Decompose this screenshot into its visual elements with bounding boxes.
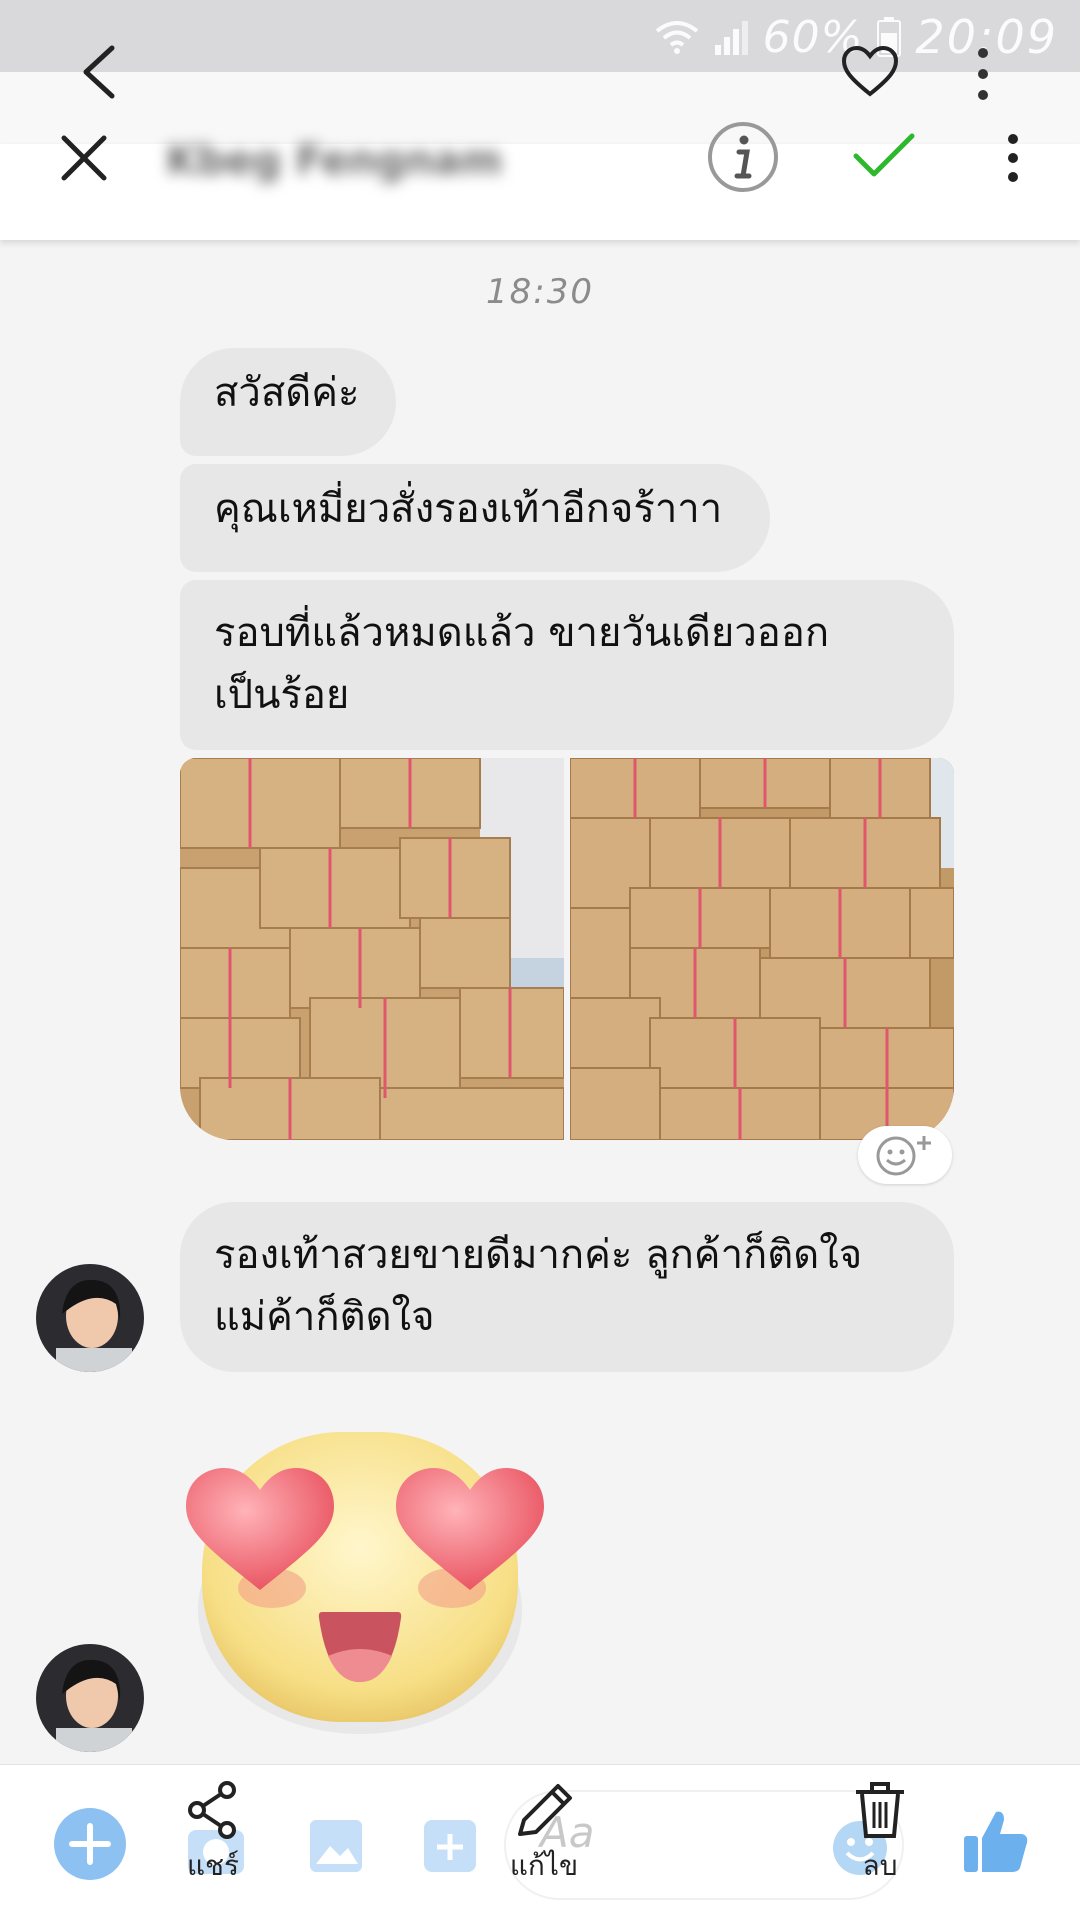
add-reaction-button[interactable] [858, 1126, 952, 1184]
back-arrow-icon[interactable] [76, 44, 124, 100]
trash-icon [856, 1782, 904, 1838]
message-text: รองเท้าสวยขายดีมากค่ะ ลูกค้าก็ติดใจ [214, 1232, 863, 1278]
share-button[interactable]: แชร์ [168, 1780, 258, 1888]
status-bar: 60% 20:09 [0, 0, 1080, 72]
message-text: แม่ค้าก็ติดใจ [214, 1294, 435, 1340]
message-text: เป็นร้อย [214, 672, 350, 718]
contact-name[interactable]: Kbeg Fengnam [166, 138, 502, 184]
gallery-icon[interactable] [308, 1818, 364, 1874]
check-icon[interactable] [852, 130, 916, 180]
more-actions-button[interactable] [54, 1808, 126, 1880]
heart-outline-icon[interactable] [840, 44, 900, 100]
message-bubble[interactable]: สวัสดีค่ะ [180, 348, 396, 456]
message-text: คุณเหมี่ยวสั่งรองเท้าอีกจร้าาา [214, 486, 723, 532]
boxes-photo [180, 758, 564, 1140]
signal-icon [714, 21, 748, 55]
info-icon[interactable] [706, 120, 780, 194]
message-text: รอบที่แล้วหมดแล้ว ขายวันเดียวออก [214, 610, 830, 656]
avatar[interactable] [36, 1264, 144, 1372]
header-more-icon[interactable] [998, 132, 1028, 184]
boxes-photo [570, 758, 954, 1140]
message-bubble[interactable]: รอบที่แล้วหมดแล้ว ขายวันเดียวออก เป็นร้อ… [180, 580, 954, 750]
wifi-icon [655, 21, 698, 54]
photo-attachment[interactable] [570, 758, 954, 1140]
message-bubble[interactable]: รองเท้าสวยขายดีมากค่ะ ลูกค้าก็ติดใจ แม่ค… [180, 1202, 954, 1372]
delete-label: ลบ [862, 1849, 898, 1882]
plus-icon [69, 1823, 111, 1865]
delete-button[interactable]: ลบ [838, 1780, 922, 1888]
pencil-icon [518, 1784, 572, 1836]
share-label: แชร์ [186, 1849, 240, 1882]
message-timestamp: 18:30 [486, 272, 594, 312]
message-text: สวัสดีค่ะ [214, 370, 360, 416]
photo-attachment[interactable] [180, 758, 564, 1140]
smiley-plus-icon [876, 1136, 931, 1176]
share-icon [188, 1781, 236, 1839]
edit-button[interactable]: แก้ไข [496, 1780, 592, 1888]
chat-header [0, 144, 1080, 240]
thumbs-up-icon[interactable] [962, 1806, 1030, 1876]
heart-eyes-sticker[interactable] [180, 1420, 550, 1740]
more-vert-icon[interactable] [968, 46, 998, 102]
message-bubble[interactable]: คุณเหมี่ยวสั่งรองเท้าอีกจร้าาา [180, 464, 770, 572]
sticker-icon[interactable] [422, 1818, 478, 1874]
edit-label: แก้ไข [509, 1849, 579, 1882]
viewer-toolbar [0, 72, 1080, 144]
close-icon[interactable] [58, 132, 110, 184]
avatar[interactable] [36, 1644, 144, 1752]
